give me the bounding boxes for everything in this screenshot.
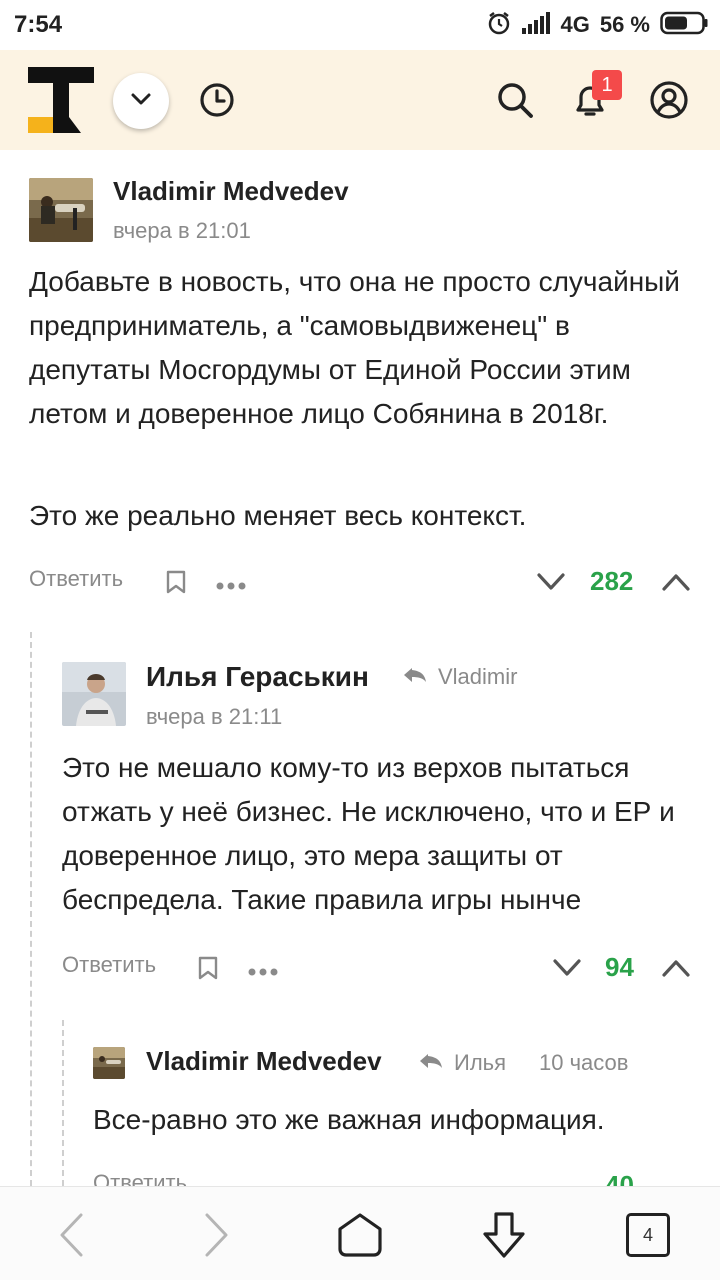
bookmark-icon[interactable]	[166, 570, 186, 599]
reply-arrow-icon	[418, 1050, 444, 1076]
notification-badge: 1	[592, 70, 622, 100]
browser-bottom-nav: 4	[0, 1186, 720, 1280]
download-icon[interactable]	[476, 1207, 532, 1263]
comment-time[interactable]: вчера в 21:01	[113, 218, 251, 244]
avatar[interactable]	[93, 1047, 125, 1079]
reply-to-name: Vladimir	[438, 664, 518, 689]
menu-dropdown-button[interactable]	[113, 73, 169, 129]
search-icon[interactable]	[495, 80, 535, 120]
home-icon[interactable]	[332, 1207, 388, 1263]
battery-icon	[660, 11, 708, 40]
reply-to[interactable]: Илья	[418, 1050, 506, 1076]
thread-line	[62, 1020, 64, 1186]
signal-icon	[522, 11, 551, 39]
forward-icon[interactable]	[188, 1207, 244, 1263]
vote-count: 94	[605, 952, 634, 982]
thread-line	[30, 632, 32, 1186]
status-right: 4G 56 %	[486, 10, 708, 40]
tabs-count: 4	[642, 1224, 653, 1245]
app-header	[0, 50, 720, 150]
bookmark-icon[interactable]	[198, 956, 218, 985]
comment-text: Это не мешало кому-то из верхов пытаться…	[62, 752, 675, 915]
status-time: 7:54	[14, 11, 63, 38]
avatar[interactable]	[29, 178, 93, 242]
reply-arrow-icon	[402, 664, 428, 690]
upvote-icon[interactable]	[661, 572, 691, 597]
comment-actions: Ответить	[29, 566, 123, 592]
tj-logo[interactable]	[28, 67, 94, 133]
profile-icon[interactable]	[649, 80, 689, 120]
more-icon[interactable]	[248, 964, 278, 982]
comment-text: Все-равно это же важная информация.	[93, 1104, 605, 1135]
avatar[interactable]	[62, 662, 126, 726]
vote-count: 282	[590, 566, 634, 596]
status-bar: 7:54 4G 56 %	[0, 0, 720, 50]
back-icon[interactable]	[44, 1207, 100, 1263]
comment-actions: Ответить	[62, 952, 156, 978]
downvote-icon[interactable]	[552, 958, 582, 983]
tabs-icon[interactable]: 4	[620, 1207, 676, 1263]
network-type: 4G	[560, 12, 590, 37]
downvote-icon[interactable]	[536, 572, 566, 597]
comment-text: Это же реально меняет весь контекст.	[29, 500, 527, 531]
upvote-icon[interactable]	[661, 958, 691, 983]
reply-button[interactable]: Ответить	[62, 952, 156, 978]
alarm-icon	[486, 10, 512, 41]
comment-time[interactable]: вчера в 21:11	[146, 704, 282, 730]
reply-to[interactable]: Vladimir	[402, 664, 517, 690]
battery-percent: 56 %	[599, 12, 650, 37]
comment-author[interactable]: Vladimir Medvedev	[113, 176, 349, 207]
comment-author[interactable]: Vladimir Medvedev	[146, 1046, 382, 1077]
clock-icon[interactable]	[197, 80, 237, 120]
comment-author[interactable]: Илья Гераськин	[146, 661, 369, 693]
reply-to-name: Илья	[454, 1050, 507, 1075]
reply-button[interactable]: Ответить	[29, 566, 123, 592]
more-icon[interactable]	[216, 578, 246, 596]
comment-text: Добавьте в новость, что она не просто сл…	[29, 266, 680, 429]
comment-time[interactable]: 10 часов	[539, 1050, 628, 1076]
chevron-down-icon	[130, 92, 152, 111]
